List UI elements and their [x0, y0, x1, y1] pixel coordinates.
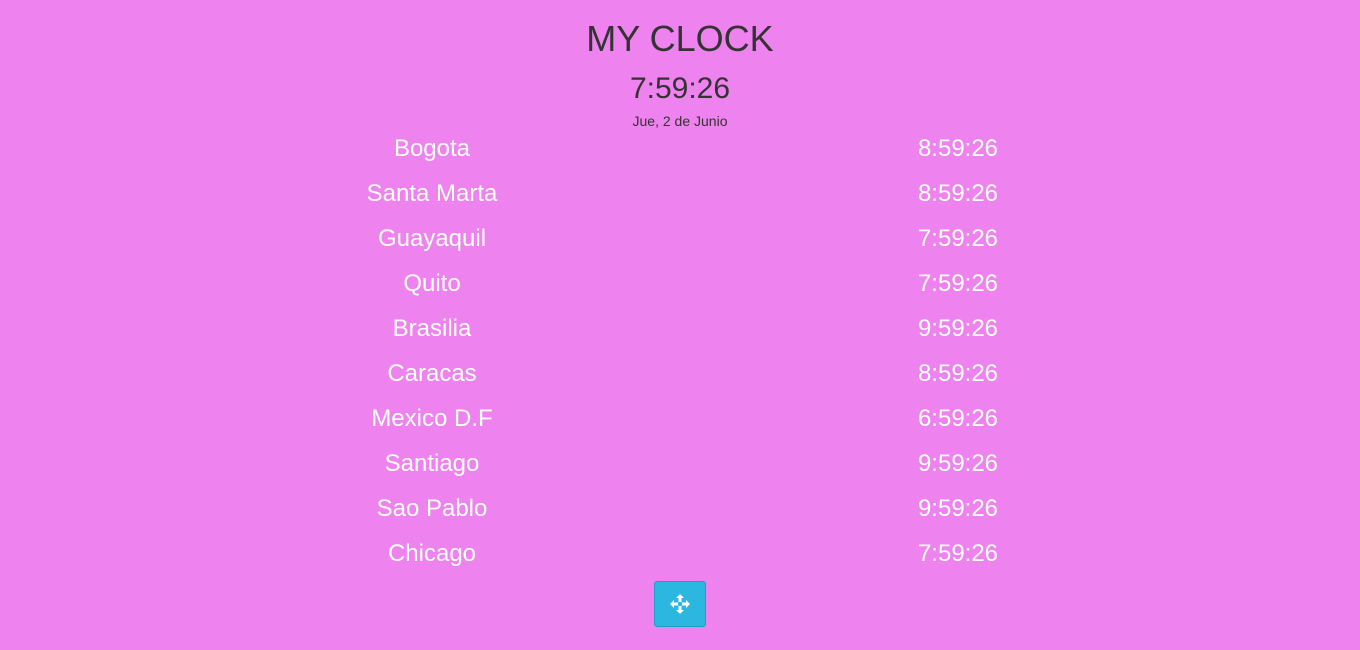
- city-row: Guayaquil 7:59:26: [0, 221, 1360, 266]
- city-time: 9:59:26: [917, 450, 999, 477]
- city-name: Brasilia: [392, 315, 472, 342]
- move-button[interactable]: [654, 581, 706, 627]
- city-row: Santa Marta 8:59:26: [0, 176, 1360, 221]
- city-row: Chicago 7:59:26: [0, 536, 1360, 581]
- city-row: Quito 7:59:26: [0, 266, 1360, 311]
- city-list: Bogota 8:59:26 Santa Marta 8:59:26 Guaya…: [0, 131, 1360, 581]
- city-time: 8:59:26: [917, 360, 999, 387]
- city-time: 8:59:26: [917, 135, 999, 162]
- city-row: Caracas 8:59:26: [0, 356, 1360, 401]
- page-title: MY CLOCK: [586, 18, 774, 59]
- city-name: Caracas: [387, 360, 477, 387]
- city-name: Santa Marta: [366, 180, 498, 207]
- city-name: Bogota: [393, 135, 471, 162]
- city-name: Santiago: [384, 450, 480, 477]
- city-name: Quito: [403, 270, 461, 297]
- city-row: Mexico D.F 6:59:26: [0, 401, 1360, 446]
- city-name: Chicago: [387, 540, 477, 567]
- clock-page: MY CLOCK 7:59:26 Jue, 2 de Junio Bogota …: [0, 0, 1360, 650]
- city-row: Sao Pablo 9:59:26: [0, 491, 1360, 536]
- move-arrows-icon: [670, 594, 690, 614]
- city-time: 7:59:26: [917, 270, 999, 297]
- city-time: 7:59:26: [917, 225, 999, 252]
- city-row: Bogota 8:59:26: [0, 131, 1360, 176]
- city-name: Mexico D.F: [371, 405, 493, 432]
- city-time: 7:59:26: [917, 540, 999, 567]
- city-name: Guayaquil: [377, 225, 487, 252]
- current-time: 7:59:26: [629, 72, 731, 105]
- city-time: 9:59:26: [917, 495, 999, 522]
- city-row: Santiago 9:59:26: [0, 446, 1360, 491]
- city-row: Brasilia 9:59:26: [0, 311, 1360, 356]
- city-time: 9:59:26: [917, 315, 999, 342]
- current-date: Jue, 2 de Junio: [632, 113, 728, 129]
- city-name: Sao Pablo: [376, 495, 488, 522]
- city-time: 6:59:26: [917, 405, 999, 432]
- city-time: 8:59:26: [917, 180, 999, 207]
